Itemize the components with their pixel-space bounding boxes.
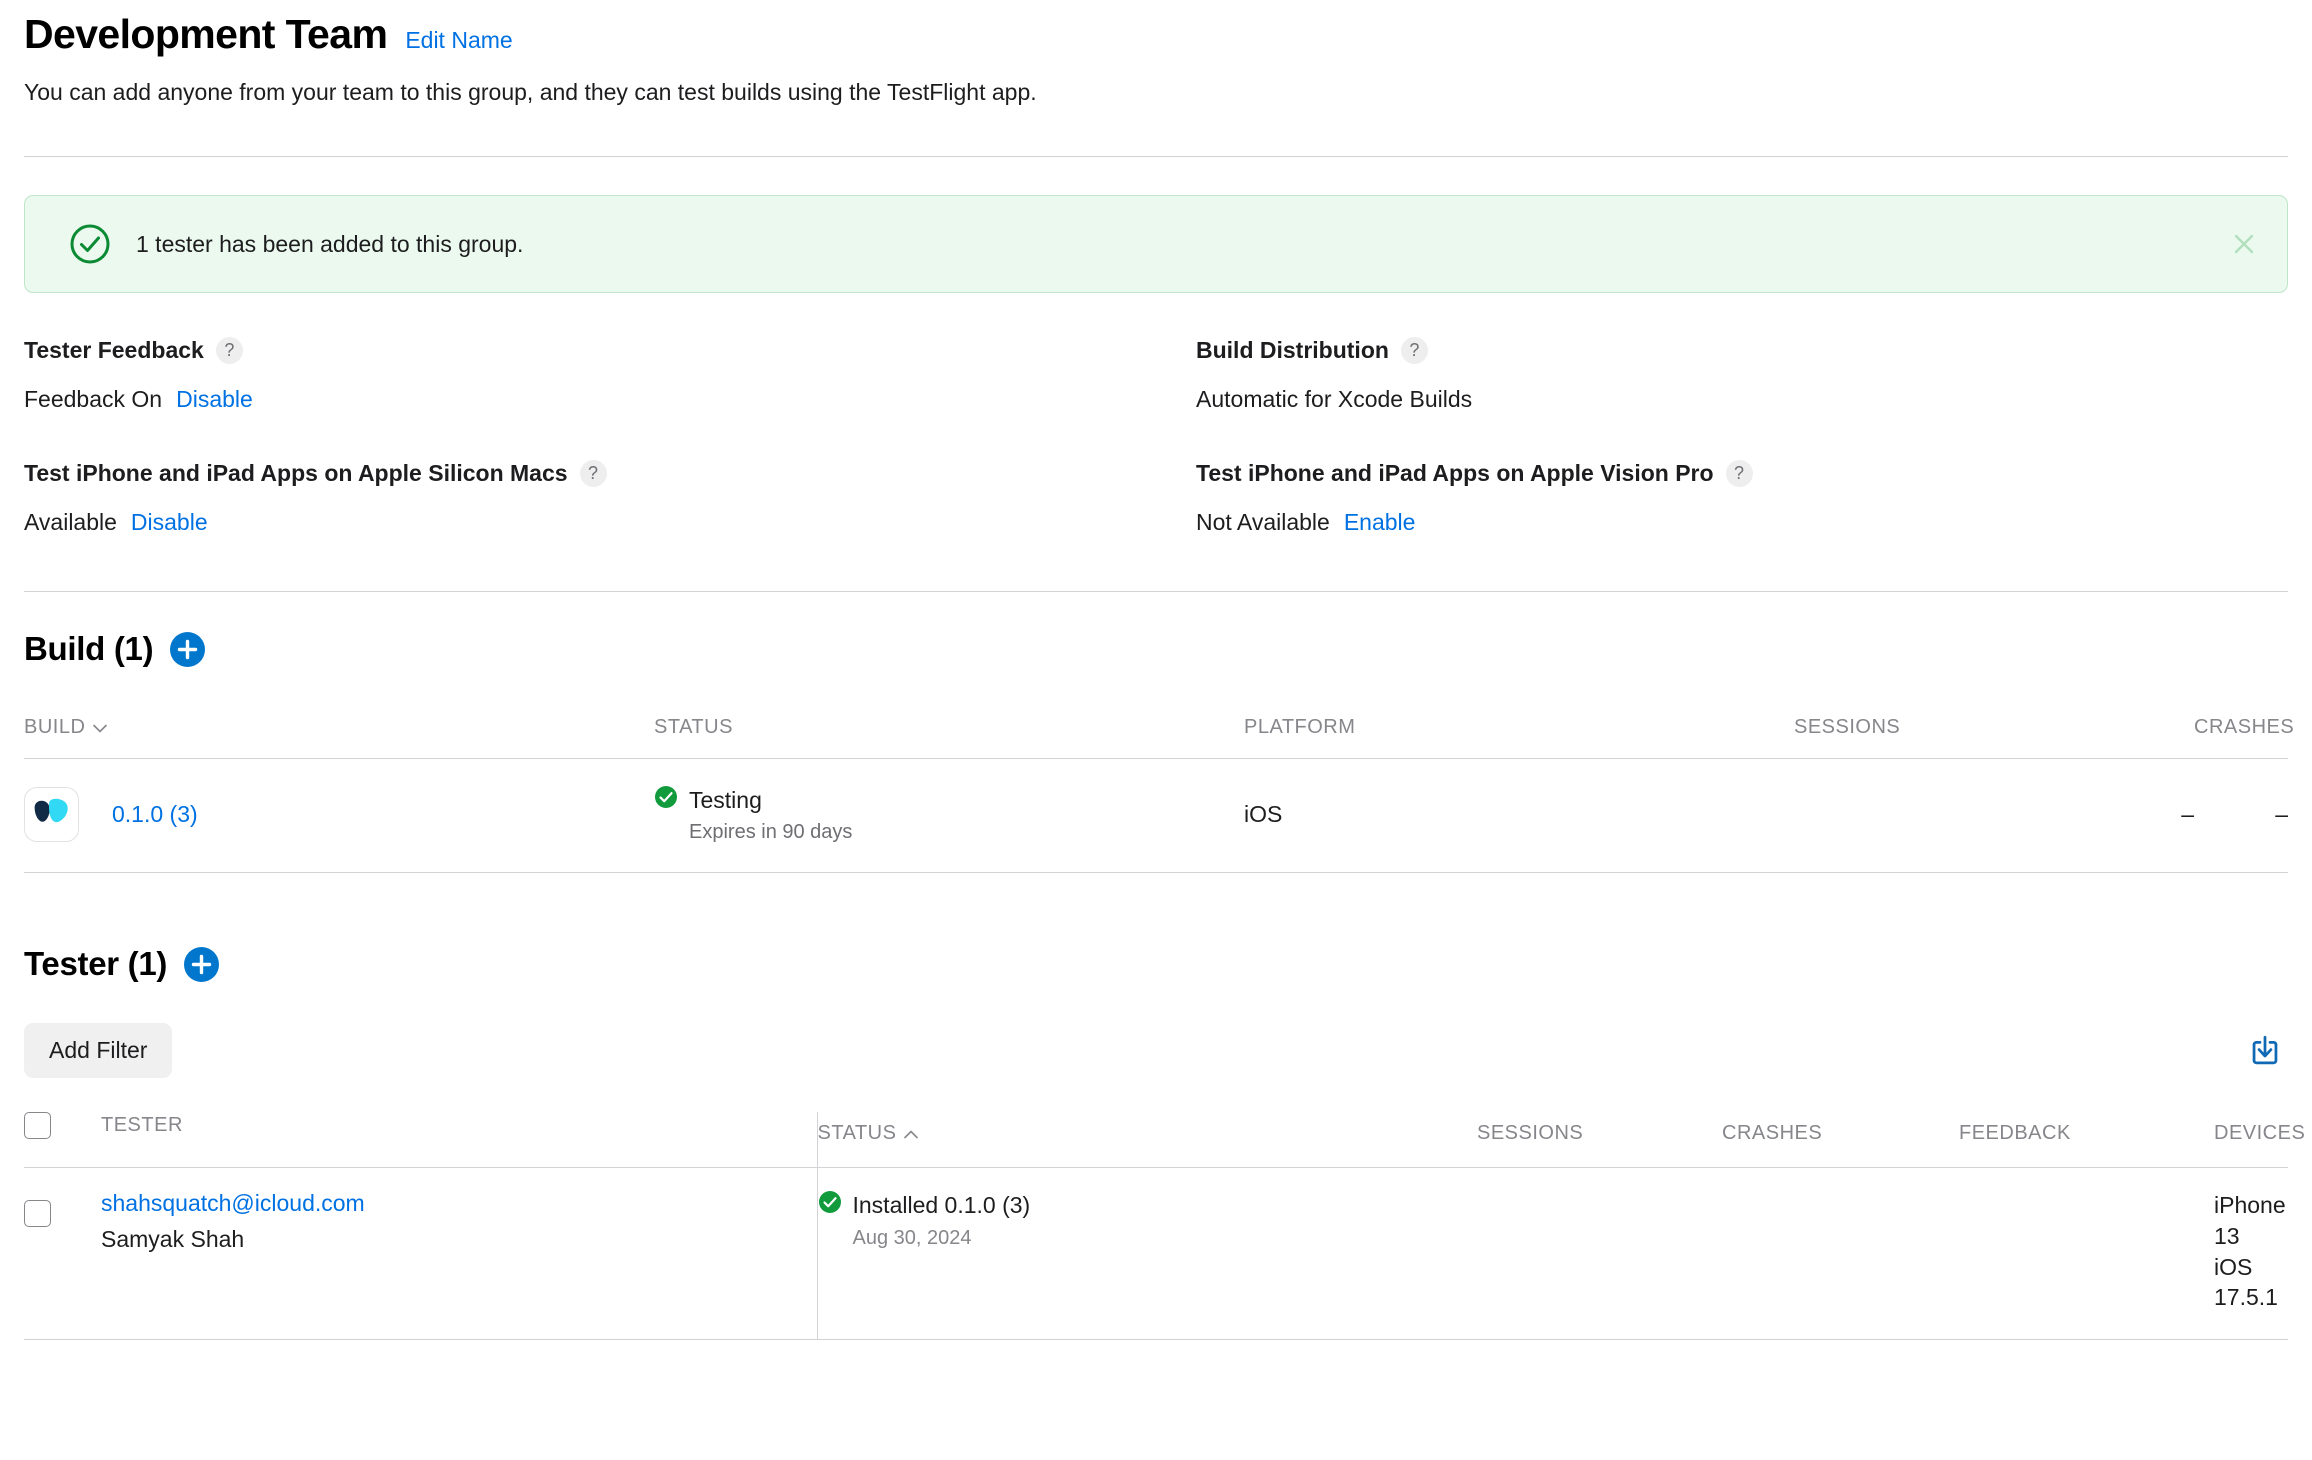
settings-row-1: Tester Feedback ? Feedback On Disable Bu…: [24, 337, 2288, 460]
status-check-icon: [818, 1190, 842, 1220]
build-col-build-label: BUILD: [24, 716, 85, 739]
tester-status-text: Installed 0.1.0 (3): [853, 1192, 1031, 1219]
device-model: iPhone 13: [2214, 1190, 2288, 1251]
title-row: Development Team Edit Name: [24, 10, 2288, 59]
chevron-down-icon: [93, 716, 107, 739]
chevron-up-icon: [904, 1122, 918, 1145]
setting-action-link[interactable]: Enable: [1344, 509, 1416, 536]
device-os: iOS 17.5.1: [2214, 1252, 2288, 1313]
build-status-cell: Testing Expires in 90 days: [654, 759, 1244, 873]
setting-label-text: Tester Feedback: [24, 337, 204, 364]
build-sessions-cell: –: [1794, 759, 2194, 873]
build-col-sessions[interactable]: SESSIONS: [1794, 716, 2194, 759]
setting-action-link[interactable]: Disable: [131, 509, 208, 536]
tester-table: TESTER STATUS SESSIONS CRASHES: [24, 1112, 2288, 1339]
tester-crashes-cell: [1722, 1168, 1959, 1339]
app-icon: [24, 787, 79, 842]
help-icon[interactable]: ?: [1401, 337, 1428, 364]
tester-status-cell: Installed 0.1.0 (3) Aug 30, 2024: [817, 1168, 1477, 1339]
tester-section-title: Tester (1): [24, 945, 167, 983]
build-platform-cell: iOS: [1244, 759, 1794, 873]
select-all-checkbox[interactable]: [24, 1112, 51, 1139]
build-status-sub: Expires in 90 days: [689, 821, 1244, 844]
edit-name-link[interactable]: Edit Name: [405, 27, 512, 54]
build-crashes-cell: –: [2194, 759, 2288, 873]
setting-label-text: Test iPhone and iPad Apps on Apple Visio…: [1196, 460, 1714, 487]
build-section-title: Build (1): [24, 630, 153, 668]
tester-status-date: Aug 30, 2024: [853, 1227, 1478, 1250]
build-col-platform[interactable]: PLATFORM: [1244, 716, 1794, 759]
setting-label: Test iPhone and iPad Apps on Apple Visio…: [1196, 460, 1753, 487]
build-col-build[interactable]: BUILD: [24, 716, 654, 759]
tester-col-crashes[interactable]: CRASHES: [1722, 1112, 1959, 1168]
setting-tester-feedback: Tester Feedback ? Feedback On Disable: [24, 337, 1196, 460]
status-check-icon: [654, 785, 678, 815]
build-col-crashes[interactable]: CRASHES: [2194, 716, 2288, 759]
setting-label: Build Distribution ?: [1196, 337, 1472, 364]
settings-divider: [24, 591, 2288, 592]
check-circle-icon: [69, 223, 111, 265]
table-row: shahsquatch@icloud.com Samyak Shah: [24, 1168, 2288, 1339]
tester-col-tester[interactable]: TESTER: [24, 1112, 817, 1168]
tester-col-devices[interactable]: DEVICES: [2189, 1112, 2288, 1168]
setting-build-distribution: Build Distribution ? Automatic for Xcode…: [1196, 337, 1472, 460]
add-build-button[interactable]: [170, 632, 205, 667]
tester-sessions-cell: [1477, 1168, 1722, 1339]
tester-toolbar: Add Filter: [24, 1023, 2288, 1078]
build-table-header-row: BUILD STATUS PLATFORM SESSIONS CRASHES: [24, 716, 2288, 759]
tester-col-status[interactable]: STATUS: [817, 1112, 1477, 1168]
setting-value: Available: [24, 509, 117, 536]
help-icon[interactable]: ?: [216, 337, 243, 364]
tester-devices-cell: iPhone 13 iOS 17.5.1: [2189, 1168, 2288, 1339]
setting-apple-silicon-macs: Test iPhone and iPad Apps on Apple Silic…: [24, 460, 1196, 583]
build-table: BUILD STATUS PLATFORM SESSIONS CRASHES: [24, 716, 2288, 873]
build-status-text: Testing: [689, 787, 762, 814]
tester-email-link[interactable]: shahsquatch@icloud.com: [101, 1190, 365, 1217]
help-icon[interactable]: ?: [1726, 460, 1753, 487]
setting-label-text: Build Distribution: [1196, 337, 1389, 364]
build-col-status[interactable]: STATUS: [654, 716, 1244, 759]
add-tester-button[interactable]: [184, 947, 219, 982]
tester-name: Samyak Shah: [101, 1226, 365, 1253]
setting-value-line: Automatic for Xcode Builds: [1196, 386, 1472, 413]
setting-value: Feedback On: [24, 386, 162, 413]
setting-label: Tester Feedback ?: [24, 337, 1196, 364]
setting-label-text: Test iPhone and iPad Apps on Apple Silic…: [24, 460, 568, 487]
tester-cell: shahsquatch@icloud.com Samyak Shah: [24, 1168, 817, 1339]
setting-label: Test iPhone and iPad Apps on Apple Silic…: [24, 460, 1196, 487]
success-banner: 1 tester has been added to this group.: [24, 195, 2288, 293]
tester-feedback-cell: [1959, 1168, 2189, 1339]
banner-message: 1 tester has been added to this group.: [136, 231, 523, 258]
settings-row-2: Test iPhone and iPad Apps on Apple Silic…: [24, 460, 2288, 583]
build-version-link[interactable]: 0.1.0 (3): [112, 801, 198, 828]
tester-col-tester-label: TESTER: [101, 1114, 183, 1137]
testflight-group-page: Development Team Edit Name You can add a…: [0, 0, 2312, 1340]
setting-value-line: Not Available Enable: [1196, 509, 1753, 536]
setting-apple-vision-pro: Test iPhone and iPad Apps on Apple Visio…: [1196, 460, 1753, 583]
build-section-header: Build (1): [24, 630, 2288, 668]
tester-col-feedback[interactable]: FEEDBACK: [1959, 1112, 2189, 1168]
setting-value-line: Available Disable: [24, 509, 1196, 536]
setting-value-line: Feedback On Disable: [24, 386, 1196, 413]
page-subtitle: You can add anyone from your team to thi…: [24, 76, 2288, 108]
setting-action-link[interactable]: Disable: [176, 386, 253, 413]
header-divider: [24, 156, 2288, 157]
add-filter-button[interactable]: Add Filter: [24, 1023, 172, 1078]
close-icon[interactable]: [2229, 229, 2259, 259]
setting-value: Not Available: [1196, 509, 1330, 536]
row-checkbox[interactable]: [24, 1200, 51, 1227]
setting-value: Automatic for Xcode Builds: [1196, 386, 1472, 413]
build-cell: 0.1.0 (3): [24, 759, 654, 873]
download-icon[interactable]: [2242, 1028, 2288, 1074]
page-title: Development Team: [24, 10, 387, 59]
page-header: Development Team Edit Name You can add a…: [24, 0, 2288, 108]
tester-col-sessions[interactable]: SESSIONS: [1477, 1112, 1722, 1168]
settings-grid: Tester Feedback ? Feedback On Disable Bu…: [24, 337, 2288, 583]
help-icon[interactable]: ?: [580, 460, 607, 487]
tester-table-header-row: TESTER STATUS SESSIONS CRASHES: [24, 1112, 2288, 1168]
tester-col-status-label: STATUS: [818, 1122, 897, 1145]
table-row: 0.1.0 (3) Testing Expires in 90 days: [24, 759, 2288, 873]
tester-section-header: Tester (1): [24, 945, 2288, 983]
